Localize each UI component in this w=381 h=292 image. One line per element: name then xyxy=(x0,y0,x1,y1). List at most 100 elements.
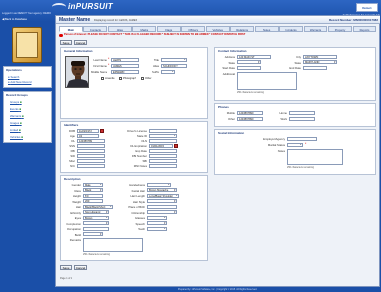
sidebar-item-events[interactable]: Events ■ xyxy=(10,107,21,111)
tab-officers[interactable]: Officers xyxy=(181,26,206,32)
address-label: Address xyxy=(224,55,235,59)
glasses-select[interactable] xyxy=(147,215,167,220)
cancel-button-bottom[interactable]: Cancel xyxy=(74,265,87,270)
notes-textarea[interactable] xyxy=(287,149,343,165)
nic-field[interactable] xyxy=(77,163,105,168)
state-select[interactable] xyxy=(237,60,261,64)
notes-counter: 250 characters remaining xyxy=(287,166,314,169)
other-checkbox[interactable] xyxy=(141,77,144,80)
race-select[interactable]: Black xyxy=(83,188,103,192)
remarks-textarea[interactable] xyxy=(83,238,143,252)
fbi-number-field[interactable] xyxy=(149,153,177,158)
state-id-select[interactable] xyxy=(149,133,177,138)
required-marker: * xyxy=(108,63,110,67)
middle-name-field[interactable]: EDWARD xyxy=(111,69,139,74)
alias-field[interactable]: SCHNOOKY xyxy=(161,63,187,68)
end-date-field[interactable] xyxy=(303,65,327,70)
record-groups-panel: Record Groups Groups ■ Events ■ Warrants… xyxy=(3,91,52,143)
place-of-birth-field[interactable] xyxy=(147,204,177,209)
description-section: Description Gender Male Race Black Heigh… xyxy=(60,175,208,261)
sbi-field[interactable] xyxy=(149,158,177,163)
tab-flags[interactable]: Flags xyxy=(156,26,181,32)
occupation-field[interactable] xyxy=(83,226,109,231)
sidebar-item-images[interactable]: Images ■ xyxy=(10,121,22,125)
tab-marks[interactable]: Marks xyxy=(132,26,157,32)
tab-notes[interactable]: Notes xyxy=(254,26,279,32)
cancel-button[interactable]: Cancel xyxy=(74,40,87,45)
state2-select[interactable]: MARYLAND xyxy=(303,60,337,64)
calendar-icon[interactable] xyxy=(174,143,178,148)
fbi-field[interactable] xyxy=(77,148,105,153)
hair-select[interactable]: Black/Black/Short xyxy=(83,204,113,209)
tab-alias[interactable]: Alias xyxy=(107,26,132,32)
calendar-icon[interactable] xyxy=(100,128,104,133)
age-field[interactable]: 43 xyxy=(77,133,99,138)
save-button-bottom[interactable]: Save xyxy=(60,265,72,270)
other-phone-field[interactable]: 1234567890 xyxy=(237,116,263,121)
mobile-field[interactable]: 1234567890 xyxy=(237,110,263,115)
city-field[interactable]: ANYTOWN xyxy=(303,54,337,59)
title-select[interactable] xyxy=(161,57,187,62)
height-field[interactable]: 6'0 xyxy=(83,193,103,198)
address-field[interactable]: 123 MAIN ST xyxy=(237,54,271,59)
oln-field[interactable] xyxy=(149,138,177,143)
dl-field[interactable]: 123456789 xyxy=(77,138,105,143)
weight-field[interactable]: 200 xyxy=(83,199,103,203)
mni-notes-field[interactable] xyxy=(149,163,177,168)
sidebar-item-search[interactable]: ● Search xyxy=(8,75,19,79)
sidebar-item-groups[interactable]: Groups ■ xyxy=(10,100,22,104)
start-date-field[interactable] xyxy=(237,65,261,70)
tab-contacts[interactable]: Contacts xyxy=(83,26,108,32)
main-panel: Master Name Displaying record for: LEWIS… xyxy=(55,15,380,287)
complexion-select[interactable] xyxy=(83,221,109,225)
driver-license-field[interactable] xyxy=(149,128,177,133)
tab-warrants[interactable]: Warrants xyxy=(303,26,328,32)
person-photo[interactable] xyxy=(65,56,89,88)
hair-length-select[interactable]: Long/Basic Shoulder xyxy=(147,193,179,198)
nic-label: NIC xyxy=(70,164,75,168)
alias-label: Alias xyxy=(152,64,159,68)
ethnicity-select[interactable]: Non-Hispanic xyxy=(83,210,109,214)
eyes-select[interactable]: Brown xyxy=(83,215,109,220)
home-field[interactable] xyxy=(289,110,315,115)
gender-select[interactable]: Male xyxy=(83,182,103,187)
tab-reports[interactable]: Reports xyxy=(352,26,377,32)
tab-property[interactable]: Property xyxy=(328,26,352,32)
sidebar-item-add-new[interactable]: ● Add New Record xyxy=(8,80,31,84)
user-box[interactable]: Demo1 xyxy=(356,3,378,12)
juvenile-checkbox[interactable] xyxy=(101,77,104,80)
speech-select[interactable] xyxy=(147,221,167,225)
tab-incidents[interactable]: Incidents xyxy=(279,26,303,32)
ssn-field[interactable] xyxy=(77,143,105,148)
back-to-database-link[interactable]: ◀ Back to Database xyxy=(2,17,62,21)
last-name-field[interactable]: LEWIS xyxy=(111,57,139,62)
hair-style-select[interactable] xyxy=(147,199,177,203)
save-button[interactable]: Save xyxy=(60,40,72,45)
facial-hair-select[interactable]: Brown Mustache xyxy=(147,188,177,192)
ssn-exp-field[interactable] xyxy=(149,148,177,153)
build-select[interactable] xyxy=(83,232,103,236)
employer-field[interactable] xyxy=(287,136,317,141)
handedness-select[interactable] xyxy=(147,182,171,187)
misc-field[interactable] xyxy=(77,158,105,163)
tab-vehicles[interactable]: Vehicles xyxy=(205,26,230,32)
dl-expiration-field[interactable]: 01/01/2015 xyxy=(149,143,173,148)
teeth-select[interactable] xyxy=(147,226,167,231)
sidebar-item-warrants[interactable]: Warrants ■ xyxy=(10,114,24,118)
tab-main[interactable]: Main xyxy=(59,26,83,32)
dob-field[interactable]: 11/22/1972 xyxy=(77,128,99,133)
additional-textarea[interactable] xyxy=(237,72,297,90)
record-number: Record Number: MN000000017082 xyxy=(328,18,378,22)
start-date-label: Start Date xyxy=(222,66,235,70)
photograph-checkbox[interactable] xyxy=(119,77,122,80)
citizenship-select[interactable] xyxy=(147,210,177,214)
suffix-select[interactable] xyxy=(161,69,175,74)
work-field[interactable] xyxy=(289,116,315,121)
sidebar-item-vehicles[interactable]: Vehicles ■ xyxy=(10,135,23,139)
tab-relations[interactable]: Relations xyxy=(230,26,255,32)
first-name-label: First Name xyxy=(93,64,107,68)
sidebar-item-linked[interactable]: Linked ■ xyxy=(10,128,21,132)
sid-field[interactable] xyxy=(77,153,105,158)
first-name-field[interactable]: JAMES xyxy=(111,63,139,68)
marital-status-select[interactable] xyxy=(287,142,303,147)
